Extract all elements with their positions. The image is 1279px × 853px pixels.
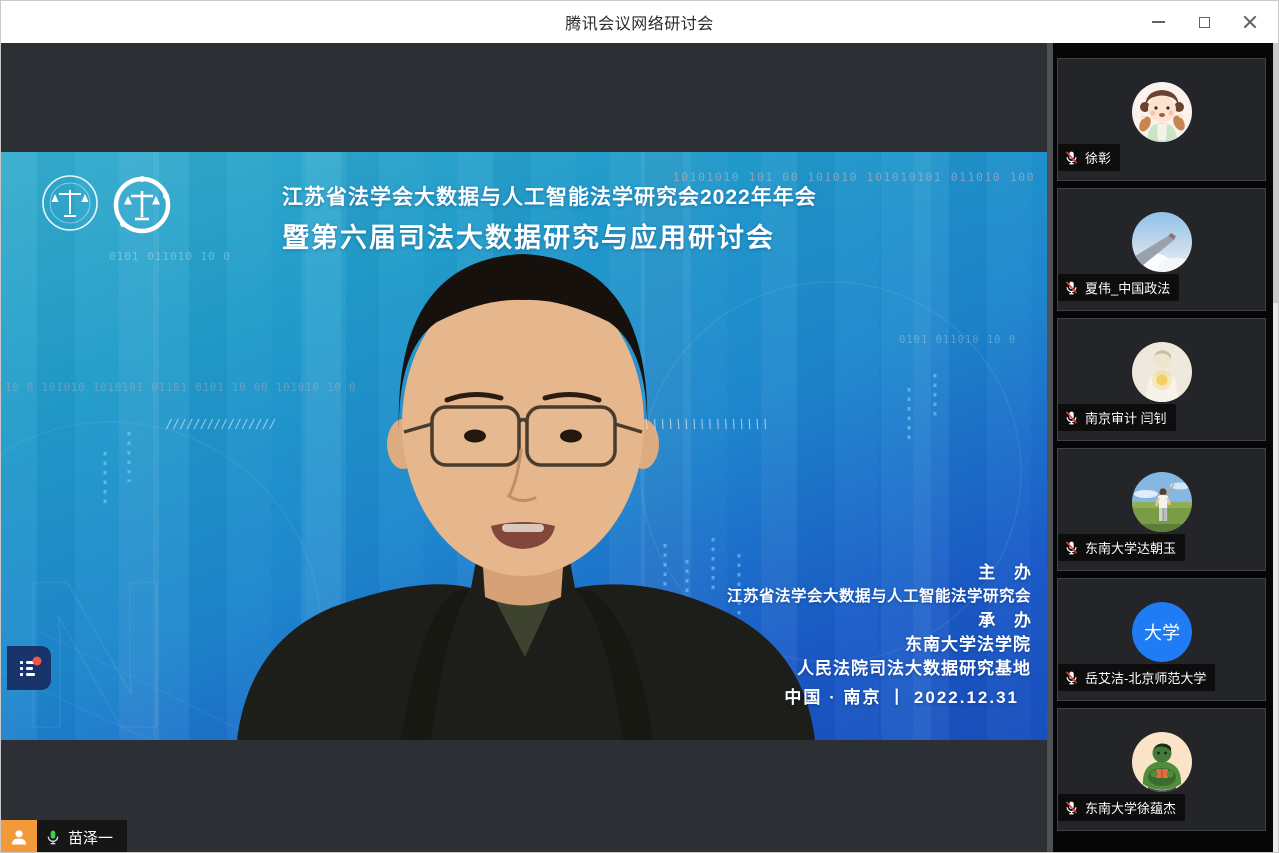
svg-text:大学: 大学 [1144, 623, 1180, 643]
organizer-value2: 人民法院司法大数据研究基地 [727, 657, 1031, 681]
avatar-cartoon-boy-eating [1132, 82, 1192, 142]
self-view-bar: 苗泽一 [1, 820, 127, 853]
muted-mic-icon [1064, 410, 1079, 425]
participant-name: 东南大学徐蕴杰 [1085, 798, 1176, 817]
muted-mic-icon [1064, 280, 1079, 295]
binary-deco-left-1: 0101 011010 10 0 [109, 250, 231, 263]
slide-footer: 中国 · 南京 丨 2022.12.31 [727, 686, 1031, 710]
avatar-hulk-reading [1132, 732, 1192, 792]
participant-name: 南京审计 闫钊 [1085, 408, 1167, 427]
title-bar[interactable]: 腾讯会议网络研讨会 [1, 1, 1278, 43]
chat-list-button[interactable] [7, 646, 51, 690]
participant-name: 岳艾洁-北京师范大学 [1085, 668, 1206, 687]
binary-deco-left-2: 10 0 101010 1010101 01101 0101 10 00 101… [5, 382, 356, 394]
participant-name: 徐彰 [1085, 148, 1111, 167]
participant-tiles: 徐彰 [1057, 58, 1266, 838]
organizer-value1: 东南大学法学院 [727, 633, 1031, 657]
participant-tile[interactable]: 东南大学徐蕴杰 [1057, 708, 1266, 831]
binary-deco-right-1: 0101 011010 10 0 [899, 334, 1016, 346]
slide-title-block: 江苏省法学会大数据与人工智能法学研究会2022年年会 暨第六届司法大数据研究与应… [282, 181, 817, 255]
avatar-grassland-person [1132, 472, 1192, 532]
speaker-video: N [1, 152, 1047, 740]
dash-deco-right: \\\\\\\\\\\\\\\\ [643, 416, 773, 432]
meeting-window: 腾讯会议网络研讨会 N [0, 0, 1279, 853]
maximize-icon [1199, 17, 1210, 28]
notification-red-dot [32, 656, 41, 665]
participant-chip: 徐彰 [1058, 144, 1120, 171]
slide-host-block: 主 办 江苏省法学会大数据与人工智能法学研究会 承 办 东南大学法学院 人民法院… [727, 561, 1031, 710]
slide-title-line2: 暨第六届司法大数据研究与应用研讨会 [282, 216, 817, 255]
sidebar-resize-handle[interactable] [1047, 43, 1053, 853]
organizer-label: 承 办 [727, 609, 1038, 633]
close-icon [1243, 15, 1257, 29]
host-label: 主 办 [727, 561, 1038, 585]
minimize-button[interactable] [1144, 8, 1172, 36]
slide-title-line1: 江苏省法学会大数据与人工智能法学研究会2022年年会 [282, 181, 817, 211]
participants-sidebar: 徐彰 [1047, 43, 1279, 853]
maximize-button[interactable] [1190, 8, 1218, 36]
window-controls [1144, 1, 1264, 43]
self-name: 苗泽一 [68, 827, 113, 848]
participant-name: 夏伟_中国政法 [1085, 278, 1170, 297]
participant-chip: 东南大学达朝玉 [1058, 534, 1185, 561]
self-name-chip: 苗泽一 [37, 820, 127, 853]
participant-tile[interactable]: 徐彰 [1057, 58, 1266, 181]
mic-on-icon [45, 829, 61, 845]
window-title: 腾讯会议网络研讨会 [565, 10, 714, 34]
participant-chip: 东南大学徐蕴杰 [1058, 794, 1185, 821]
sidebar-scrollbar[interactable] [1273, 43, 1279, 853]
participant-tile[interactable]: 南京审计 闫钊 [1057, 318, 1266, 441]
chat-list-icon [16, 655, 43, 682]
scrollbar-thumb[interactable] [1273, 43, 1279, 303]
muted-mic-icon [1064, 150, 1079, 165]
participant-tile[interactable]: 夏伟_中国政法 [1057, 188, 1266, 311]
minimize-icon [1152, 21, 1165, 23]
participant-chip: 夏伟_中国政法 [1058, 274, 1179, 301]
main-speaker-stage: N [1, 43, 1047, 853]
member-icon [9, 827, 29, 847]
svg-text:N: N [19, 537, 171, 740]
participant-chip: 南京审计 闫钊 [1058, 404, 1176, 431]
host-value: 江苏省法学会大数据与人工智能法学研究会 [727, 585, 1031, 609]
close-button[interactable] [1236, 8, 1264, 36]
participant-tile[interactable]: 大学 岳艾洁-北京师范大学 [1057, 578, 1266, 701]
muted-mic-icon [1064, 540, 1079, 555]
muted-mic-icon [1064, 670, 1079, 685]
participant-chip: 岳艾洁-北京师范大学 [1058, 664, 1215, 691]
avatar-airplane-wing [1132, 212, 1192, 272]
dash-deco-left: //////////////// [165, 416, 279, 432]
muted-mic-icon [1064, 800, 1079, 815]
tech-ring-scales-icon [111, 174, 173, 236]
avatar-blue-text-badge: 大学 [1132, 602, 1192, 662]
university-seal-scales-icon [41, 174, 99, 232]
binary-deco-top-right: 10101010 101 00 101010 101010101 011010 … [673, 170, 1035, 184]
participant-tile[interactable]: 东南大学达朝玉 [1057, 448, 1266, 571]
avatar-anime-moon [1132, 342, 1192, 402]
member-list-button[interactable] [1, 820, 37, 853]
participant-name: 东南大学达朝玉 [1085, 538, 1176, 557]
